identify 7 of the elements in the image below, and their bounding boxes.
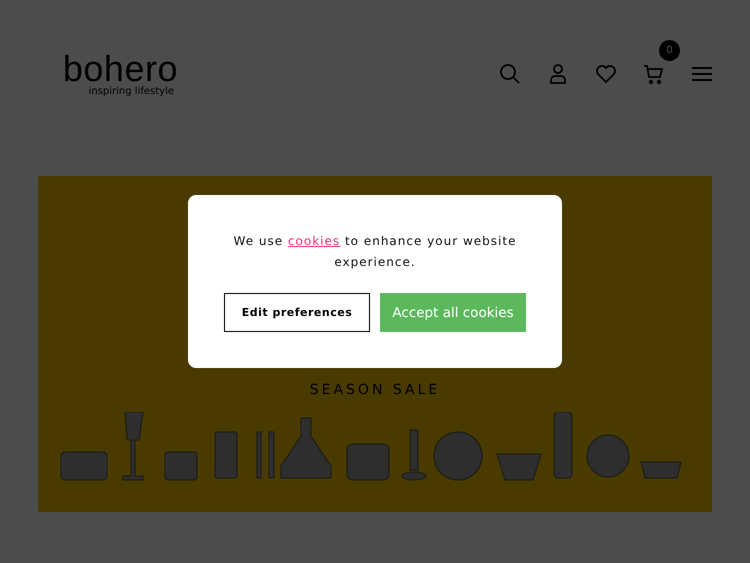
- accept-cookies-button[interactable]: Accept all cookies: [380, 293, 526, 332]
- banner-title: SEASON SALE: [310, 382, 440, 398]
- brand-tagline: inspiring lifestyle: [88, 86, 174, 96]
- cookie-message: We use cookies to enhance your website experience.: [232, 233, 518, 271]
- cookies-link[interactable]: cookies: [288, 234, 340, 248]
- edit-preferences-button[interactable]: Edit preferences: [224, 293, 370, 332]
- brand-logo[interactable]: bohero: [62, 52, 178, 86]
